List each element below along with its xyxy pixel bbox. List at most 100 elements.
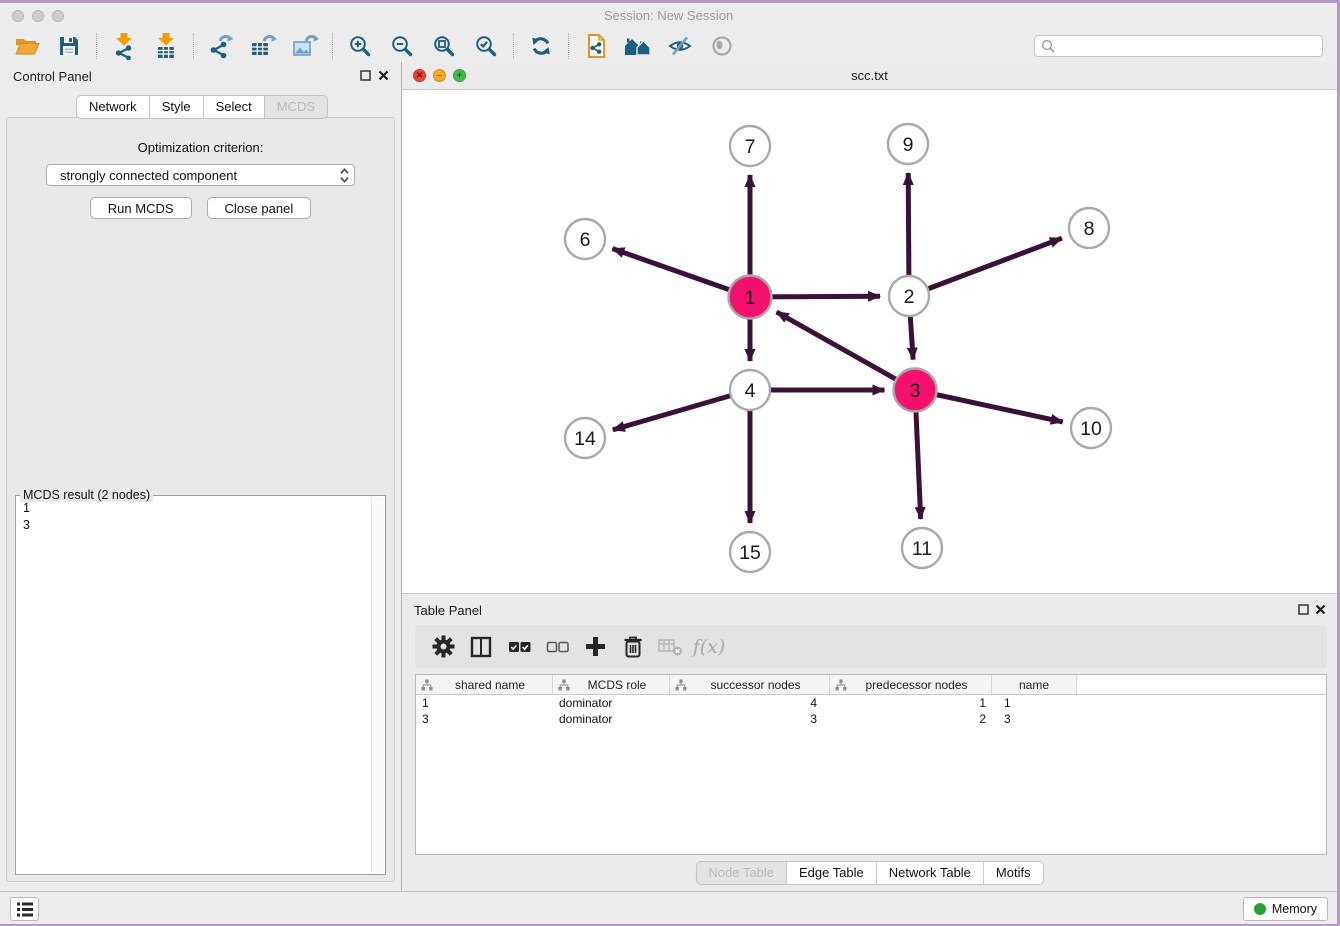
tab-motifs[interactable]: Motifs [984,861,1044,885]
column-header-mcds-role[interactable]: MCDS role [553,675,670,695]
table-toolbar: f(x) [415,625,1327,668]
window-titlebar: Session: New Session [0,3,1337,28]
unselect-all-columns-button[interactable] [538,630,576,664]
tab-select[interactable]: Select [204,95,265,119]
close-panel-button[interactable]: Close panel [207,197,312,219]
open-session-button[interactable] [6,31,48,61]
zoom-out-button[interactable] [381,31,423,61]
graph-edge-3-1[interactable] [777,312,915,390]
run-mcds-button[interactable]: Run MCDS [90,197,192,219]
result-scrollbar[interactable] [371,497,384,873]
close-panel-icon[interactable] [378,70,389,81]
cell-mcds-role[interactable]: dominator [553,712,670,726]
node-table: shared name MCDS role successor nodes [415,674,1327,855]
zoom-selected-button[interactable] [465,31,507,61]
show-column-panel-button[interactable] [462,630,500,664]
table-row[interactable]: 3 dominator 3 2 3 [416,711,1326,727]
export-image-button[interactable] [284,31,326,61]
tab-mcds[interactable]: MCDS [265,95,328,119]
table-row[interactable]: 1 dominator 4 1 1 [416,695,1326,711]
tree-icon [675,679,687,691]
column-header-successor-nodes[interactable]: successor nodes [670,675,830,695]
memory-button[interactable]: Memory [1243,897,1328,921]
import-network-button[interactable] [103,31,145,61]
mcds-result-list[interactable]: 1 3 [17,497,370,873]
cell-name[interactable]: 1 [992,696,1077,710]
graph-node-label-4: 4 [745,380,756,402]
column-header-shared-name[interactable]: shared name [416,675,553,695]
column-header-name[interactable]: name [992,675,1077,695]
toolbar-separator [96,33,97,59]
cell-successor-nodes[interactable]: 4 [670,696,830,710]
network-window-title: scc.txt [851,68,888,83]
column-header-predecessor-nodes[interactable]: predecessor nodes [830,675,992,695]
tab-node-table[interactable]: Node Table [695,861,787,885]
clone-network-icon [584,32,608,60]
export-network-button[interactable] [200,31,242,61]
table-panel-title: Table Panel [414,603,482,618]
network-maximize-button[interactable]: + [453,69,466,82]
tab-network[interactable]: Network [76,95,150,119]
graph-node-label-6: 6 [580,229,591,251]
save-session-button[interactable] [48,31,90,61]
zoom-in-button[interactable] [339,31,381,61]
tab-edge-table[interactable]: Edge Table [787,861,877,885]
trash-icon [622,635,644,659]
table-settings-button[interactable] [424,630,462,664]
export-table-button[interactable] [242,31,284,61]
task-history-button[interactable] [10,897,39,921]
tab-style[interactable]: Style [150,95,204,119]
search-input[interactable] [1056,38,1322,54]
fx-icon: f(x) [693,636,726,658]
cell-successor-nodes[interactable]: 3 [670,712,830,726]
home-button[interactable] [617,31,659,61]
delete-column-button[interactable] [614,630,652,664]
zoom-in-icon [348,34,372,58]
clone-network-button[interactable] [575,31,617,61]
graph-node-label-2: 2 [904,286,915,308]
refresh-view-button[interactable] [520,31,562,61]
search-field[interactable] [1034,35,1323,57]
close-window-button[interactable] [12,10,24,22]
network-canvas[interactable]: 7968124314101511 [402,90,1337,593]
network-minimize-button[interactable]: – [433,69,446,82]
refresh-icon [529,34,553,58]
network-graph[interactable]: 7968124314101511 [402,90,1337,593]
function-builder-button-disabled: f(x) [690,630,728,664]
network-close-button[interactable]: ✕ [413,69,426,82]
cell-shared-name[interactable]: 3 [416,712,553,726]
toolbar-separator [193,33,194,59]
network-view-window: ✕ – + scc.txt 7968124314101511 [402,62,1337,593]
cell-name[interactable]: 3 [992,712,1077,726]
cell-predecessor-nodes[interactable]: 1 [830,696,992,710]
hide-graphics-details-button[interactable] [659,31,701,61]
close-panel-icon[interactable] [1315,604,1326,615]
network-window-titlebar: ✕ – + scc.txt [402,62,1337,90]
show-graphics-details-button[interactable] [701,31,743,61]
minimize-window-button[interactable] [32,10,44,22]
criterion-dropdown-value: strongly connected component [60,168,237,183]
tab-network-table[interactable]: Network Table [877,861,984,885]
export-table-icon [250,33,277,59]
graph-edge-2-8[interactable] [909,238,1062,296]
tree-icon [835,679,847,691]
control-panel-tabs: Network Style Select MCDS [76,95,328,119]
float-panel-icon[interactable] [1298,604,1309,615]
export-image-icon [292,33,319,59]
status-bar: Memory [0,891,1337,924]
float-panel-icon[interactable] [360,70,371,81]
cell-shared-name[interactable]: 1 [416,696,553,710]
mcds-panel-body: Optimization criterion: strongly connect… [6,117,395,882]
cell-mcds-role[interactable]: dominator [553,696,670,710]
import-table-button[interactable] [145,31,187,61]
graph-node-label-8: 8 [1084,218,1095,240]
application-window: Session: New Session [0,0,1340,926]
maximize-window-button[interactable] [52,10,64,22]
select-all-columns-button[interactable] [500,630,538,664]
cell-predecessor-nodes[interactable]: 2 [830,712,992,726]
graph-node-label-11: 11 [912,538,932,560]
graph-edge-4-14[interactable] [613,390,750,430]
zoom-fit-button[interactable] [423,31,465,61]
add-column-button[interactable] [576,630,614,664]
criterion-dropdown[interactable]: strongly connected component [46,164,355,186]
